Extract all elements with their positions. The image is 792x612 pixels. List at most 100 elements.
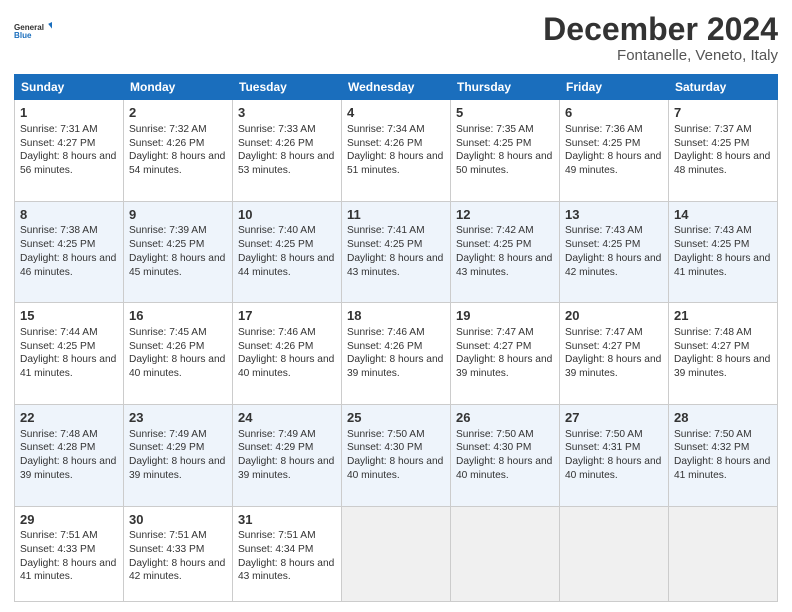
day-number: 13 [565, 206, 663, 224]
day-number: 25 [347, 409, 445, 427]
daylight-label: Daylight: 8 hours and 56 minutes. [20, 151, 116, 176]
calendar-day-cell: 23 Sunrise: 7:49 AM Sunset: 4:29 PM Dayl… [124, 404, 233, 506]
sunset-label: Sunset: 4:25 PM [674, 138, 749, 149]
daylight-label: Daylight: 8 hours and 39 minutes. [565, 354, 661, 379]
daylight-label: Daylight: 8 hours and 40 minutes. [456, 456, 552, 481]
calendar-day-cell: 24 Sunrise: 7:49 AM Sunset: 4:29 PM Dayl… [233, 404, 342, 506]
sunset-label: Sunset: 4:26 PM [347, 341, 422, 352]
daylight-label: Daylight: 8 hours and 40 minutes. [565, 456, 661, 481]
sunset-label: Sunset: 4:29 PM [129, 442, 204, 453]
sunrise-label: Sunrise: 7:45 AM [129, 327, 207, 338]
calendar-day-cell: 17 Sunrise: 7:46 AM Sunset: 4:26 PM Dayl… [233, 303, 342, 405]
calendar-day-cell: 7 Sunrise: 7:37 AM Sunset: 4:25 PM Dayli… [669, 100, 778, 202]
sunset-label: Sunset: 4:27 PM [456, 341, 531, 352]
calendar-day-cell: 30 Sunrise: 7:51 AM Sunset: 4:33 PM Dayl… [124, 506, 233, 601]
day-number: 21 [674, 307, 772, 325]
daylight-label: Daylight: 8 hours and 53 minutes. [238, 151, 334, 176]
calendar-day-cell: 13 Sunrise: 7:43 AM Sunset: 4:25 PM Dayl… [560, 201, 669, 303]
sunset-label: Sunset: 4:31 PM [565, 442, 640, 453]
day-number: 15 [20, 307, 118, 325]
sunrise-label: Sunrise: 7:35 AM [456, 124, 534, 135]
sunrise-label: Sunrise: 7:51 AM [129, 530, 207, 541]
page: General Blue December 2024 Fontanelle, V… [0, 0, 792, 612]
weekday-header: Saturday [669, 75, 778, 100]
daylight-label: Daylight: 8 hours and 43 minutes. [238, 558, 334, 583]
logo-icon: General Blue [14, 12, 52, 50]
sunrise-label: Sunrise: 7:38 AM [20, 225, 98, 236]
sunrise-label: Sunrise: 7:51 AM [238, 530, 316, 541]
calendar-day-cell: 21 Sunrise: 7:48 AM Sunset: 4:27 PM Dayl… [669, 303, 778, 405]
daylight-label: Daylight: 8 hours and 43 minutes. [347, 253, 443, 278]
sunset-label: Sunset: 4:25 PM [456, 239, 531, 250]
sunset-label: Sunset: 4:27 PM [565, 341, 640, 352]
sunrise-label: Sunrise: 7:47 AM [456, 327, 534, 338]
calendar-day-cell: 19 Sunrise: 7:47 AM Sunset: 4:27 PM Dayl… [451, 303, 560, 405]
calendar-day-cell: 29 Sunrise: 7:51 AM Sunset: 4:33 PM Dayl… [15, 506, 124, 601]
sunset-label: Sunset: 4:33 PM [129, 544, 204, 555]
calendar-week-row: 29 Sunrise: 7:51 AM Sunset: 4:33 PM Dayl… [15, 506, 778, 601]
day-number: 29 [20, 511, 118, 529]
daylight-label: Daylight: 8 hours and 40 minutes. [347, 456, 443, 481]
weekday-header: Sunday [15, 75, 124, 100]
calendar-day-cell: 22 Sunrise: 7:48 AM Sunset: 4:28 PM Dayl… [15, 404, 124, 506]
main-title: December 2024 [543, 12, 778, 47]
calendar-week-row: 15 Sunrise: 7:44 AM Sunset: 4:25 PM Dayl… [15, 303, 778, 405]
day-number: 16 [129, 307, 227, 325]
calendar-day-cell: 1 Sunrise: 7:31 AM Sunset: 4:27 PM Dayli… [15, 100, 124, 202]
sunrise-label: Sunrise: 7:51 AM [20, 530, 98, 541]
day-number: 24 [238, 409, 336, 427]
sunset-label: Sunset: 4:26 PM [238, 341, 313, 352]
daylight-label: Daylight: 8 hours and 50 minutes. [456, 151, 552, 176]
calendar-day-cell: 9 Sunrise: 7:39 AM Sunset: 4:25 PM Dayli… [124, 201, 233, 303]
daylight-label: Daylight: 8 hours and 39 minutes. [674, 354, 770, 379]
day-number: 30 [129, 511, 227, 529]
calendar-day-cell [342, 506, 451, 601]
daylight-label: Daylight: 8 hours and 42 minutes. [565, 253, 661, 278]
calendar-day-cell: 12 Sunrise: 7:42 AM Sunset: 4:25 PM Dayl… [451, 201, 560, 303]
weekday-header: Tuesday [233, 75, 342, 100]
weekday-header: Monday [124, 75, 233, 100]
sunrise-label: Sunrise: 7:50 AM [674, 429, 752, 440]
sunset-label: Sunset: 4:25 PM [565, 239, 640, 250]
calendar-day-cell: 2 Sunrise: 7:32 AM Sunset: 4:26 PM Dayli… [124, 100, 233, 202]
day-number: 28 [674, 409, 772, 427]
calendar-day-cell: 14 Sunrise: 7:43 AM Sunset: 4:25 PM Dayl… [669, 201, 778, 303]
sunrise-label: Sunrise: 7:43 AM [674, 225, 752, 236]
sunset-label: Sunset: 4:29 PM [238, 442, 313, 453]
day-number: 31 [238, 511, 336, 529]
sunrise-label: Sunrise: 7:49 AM [238, 429, 316, 440]
day-number: 6 [565, 104, 663, 122]
sunrise-label: Sunrise: 7:48 AM [20, 429, 98, 440]
sunrise-label: Sunrise: 7:31 AM [20, 124, 98, 135]
sunrise-label: Sunrise: 7:49 AM [129, 429, 207, 440]
daylight-label: Daylight: 8 hours and 41 minutes. [20, 354, 116, 379]
title-block: December 2024 Fontanelle, Veneto, Italy [543, 12, 778, 64]
sunrise-label: Sunrise: 7:42 AM [456, 225, 534, 236]
daylight-label: Daylight: 8 hours and 39 minutes. [129, 456, 225, 481]
daylight-label: Daylight: 8 hours and 39 minutes. [347, 354, 443, 379]
sunset-label: Sunset: 4:25 PM [238, 239, 313, 250]
sunrise-label: Sunrise: 7:46 AM [238, 327, 316, 338]
sunset-label: Sunset: 4:28 PM [20, 442, 95, 453]
day-number: 22 [20, 409, 118, 427]
day-number: 7 [674, 104, 772, 122]
daylight-label: Daylight: 8 hours and 39 minutes. [20, 456, 116, 481]
day-number: 4 [347, 104, 445, 122]
sunset-label: Sunset: 4:26 PM [129, 138, 204, 149]
daylight-label: Daylight: 8 hours and 49 minutes. [565, 151, 661, 176]
calendar-day-cell: 10 Sunrise: 7:40 AM Sunset: 4:25 PM Dayl… [233, 201, 342, 303]
daylight-label: Daylight: 8 hours and 44 minutes. [238, 253, 334, 278]
sunset-label: Sunset: 4:25 PM [565, 138, 640, 149]
sunset-label: Sunset: 4:30 PM [347, 442, 422, 453]
calendar-week-row: 8 Sunrise: 7:38 AM Sunset: 4:25 PM Dayli… [15, 201, 778, 303]
day-number: 20 [565, 307, 663, 325]
calendar-day-cell: 3 Sunrise: 7:33 AM Sunset: 4:26 PM Dayli… [233, 100, 342, 202]
daylight-label: Daylight: 8 hours and 54 minutes. [129, 151, 225, 176]
day-number: 23 [129, 409, 227, 427]
calendar-day-cell: 8 Sunrise: 7:38 AM Sunset: 4:25 PM Dayli… [15, 201, 124, 303]
daylight-label: Daylight: 8 hours and 40 minutes. [129, 354, 225, 379]
calendar-day-cell: 27 Sunrise: 7:50 AM Sunset: 4:31 PM Dayl… [560, 404, 669, 506]
sunrise-label: Sunrise: 7:48 AM [674, 327, 752, 338]
sunrise-label: Sunrise: 7:44 AM [20, 327, 98, 338]
sunset-label: Sunset: 4:26 PM [238, 138, 313, 149]
